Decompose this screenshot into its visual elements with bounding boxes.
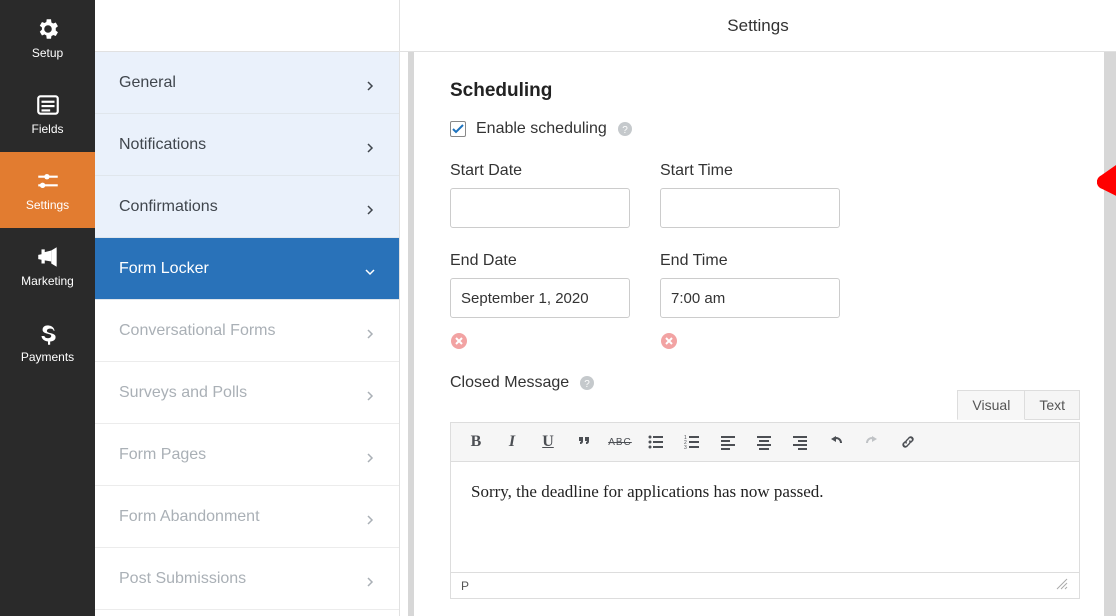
sidebar-item-conversational-forms[interactable]: Conversational Forms xyxy=(95,300,399,362)
chevron-right-icon xyxy=(365,326,375,336)
end-date-label: End Date xyxy=(450,252,630,270)
rich-text-editor: B I U ABC 123 Sorry, the de xyxy=(450,422,1080,599)
end-time-input[interactable] xyxy=(660,278,840,318)
svg-text:?: ? xyxy=(622,125,628,136)
sidebar-item-label: Form Abandonment xyxy=(119,508,260,526)
sidebar-item-label: General xyxy=(119,74,176,92)
help-icon[interactable]: ? xyxy=(617,121,633,137)
start-date-label: Start Date xyxy=(450,162,630,180)
link-button[interactable] xyxy=(897,431,919,453)
chevron-right-icon xyxy=(365,574,375,584)
chevron-right-icon xyxy=(365,140,375,150)
sidebar-item-post-submissions[interactable]: Post Submissions xyxy=(95,548,399,610)
sidebar-item-label: Confirmations xyxy=(119,198,218,216)
nav-settings[interactable]: Settings xyxy=(0,152,95,228)
end-date-input[interactable] xyxy=(450,278,630,318)
end-time-label: End Time xyxy=(660,252,840,270)
chevron-down-icon xyxy=(365,264,375,274)
check-icon xyxy=(452,123,464,135)
nav-fields-label: Fields xyxy=(31,122,63,136)
strikethrough-button[interactable]: ABC xyxy=(609,431,631,453)
main-header: Settings xyxy=(400,0,1116,52)
nav-setup[interactable]: Setup xyxy=(0,0,95,76)
editor-path: P xyxy=(461,579,469,593)
chevron-right-icon xyxy=(365,202,375,212)
resize-handle-icon[interactable] xyxy=(1055,577,1069,594)
tab-text[interactable]: Text xyxy=(1025,390,1080,420)
gear-icon xyxy=(35,16,61,42)
ordered-list-button[interactable]: 123 xyxy=(681,431,703,453)
chevron-right-icon xyxy=(365,78,375,88)
bold-button[interactable]: B xyxy=(465,431,487,453)
clear-end-date-button[interactable] xyxy=(450,332,468,350)
sidebar-item-label: Post Submissions xyxy=(119,570,246,588)
sidebar-header-gap xyxy=(95,0,399,52)
underline-button[interactable]: U xyxy=(537,431,559,453)
page-title: Settings xyxy=(727,16,788,36)
content-area: Scheduling Enable scheduling ? Start Dat… xyxy=(408,52,1116,616)
start-date-input[interactable] xyxy=(450,188,630,228)
help-icon[interactable]: ? xyxy=(579,375,595,391)
sidebar-item-label: Form Pages xyxy=(119,446,206,464)
nav-fields[interactable]: Fields xyxy=(0,76,95,152)
nav-settings-label: Settings xyxy=(26,198,69,212)
chevron-right-icon xyxy=(365,450,375,460)
unordered-list-button[interactable] xyxy=(645,431,667,453)
align-left-button[interactable] xyxy=(717,431,739,453)
bullhorn-icon xyxy=(35,244,61,270)
sidebar-item-surveys-polls[interactable]: Surveys and Polls xyxy=(95,362,399,424)
undo-button[interactable] xyxy=(825,431,847,453)
nav-payments[interactable]: Payments xyxy=(0,304,95,380)
svg-text:?: ? xyxy=(584,379,590,390)
nav-marketing-label: Marketing xyxy=(21,274,74,288)
editor-toolbar: B I U ABC 123 xyxy=(451,423,1079,462)
enable-scheduling-checkbox[interactable] xyxy=(450,121,466,137)
align-right-button[interactable] xyxy=(789,431,811,453)
list-icon xyxy=(35,92,61,118)
settings-sidebar: General Notifications Confirmations Form… xyxy=(95,0,400,616)
redo-button[interactable] xyxy=(861,431,883,453)
enable-scheduling-row: Enable scheduling ? xyxy=(450,120,1080,138)
sidebar-item-notifications[interactable]: Notifications xyxy=(95,114,399,176)
sidebar-item-label: Form Locker xyxy=(119,260,209,278)
sidebar-item-label: Conversational Forms xyxy=(119,322,276,340)
chevron-right-icon xyxy=(365,388,375,398)
sidebar-item-form-pages[interactable]: Form Pages xyxy=(95,424,399,486)
sidebar-item-form-locker[interactable]: Form Locker xyxy=(95,238,399,300)
clear-end-time-button[interactable] xyxy=(660,332,678,350)
start-time-label: Start Time xyxy=(660,162,840,180)
primary-nav: Setup Fields Settings Marketing Payments xyxy=(0,0,95,616)
editor-content[interactable]: Sorry, the deadline for applications has… xyxy=(451,462,1079,572)
sidebar-item-form-abandonment[interactable]: Form Abandonment xyxy=(95,486,399,548)
align-center-button[interactable] xyxy=(753,431,775,453)
main-panel: Settings Scheduling Enable scheduling ? … xyxy=(400,0,1116,616)
sidebar-item-label: Surveys and Polls xyxy=(119,384,247,402)
sliders-icon xyxy=(35,168,61,194)
editor-status-bar: P xyxy=(451,572,1079,598)
sidebar-item-label: Notifications xyxy=(119,136,206,154)
nav-setup-label: Setup xyxy=(32,46,63,60)
dollar-icon xyxy=(35,320,61,346)
nav-marketing[interactable]: Marketing xyxy=(0,228,95,304)
enable-scheduling-label: Enable scheduling xyxy=(476,120,607,138)
closed-message-label: Closed Message xyxy=(450,374,569,392)
svg-text:3: 3 xyxy=(684,445,687,451)
section-title: Scheduling xyxy=(450,80,1080,102)
nav-payments-label: Payments xyxy=(21,350,74,364)
sidebar-item-general[interactable]: General xyxy=(95,52,399,114)
editor-tabs: Visual Text xyxy=(957,390,1080,420)
quote-button[interactable] xyxy=(573,431,595,453)
sidebar-item-confirmations[interactable]: Confirmations xyxy=(95,176,399,238)
chevron-right-icon xyxy=(365,512,375,522)
tab-visual[interactable]: Visual xyxy=(957,390,1025,420)
italic-button[interactable]: I xyxy=(501,431,523,453)
start-time-input[interactable] xyxy=(660,188,840,228)
